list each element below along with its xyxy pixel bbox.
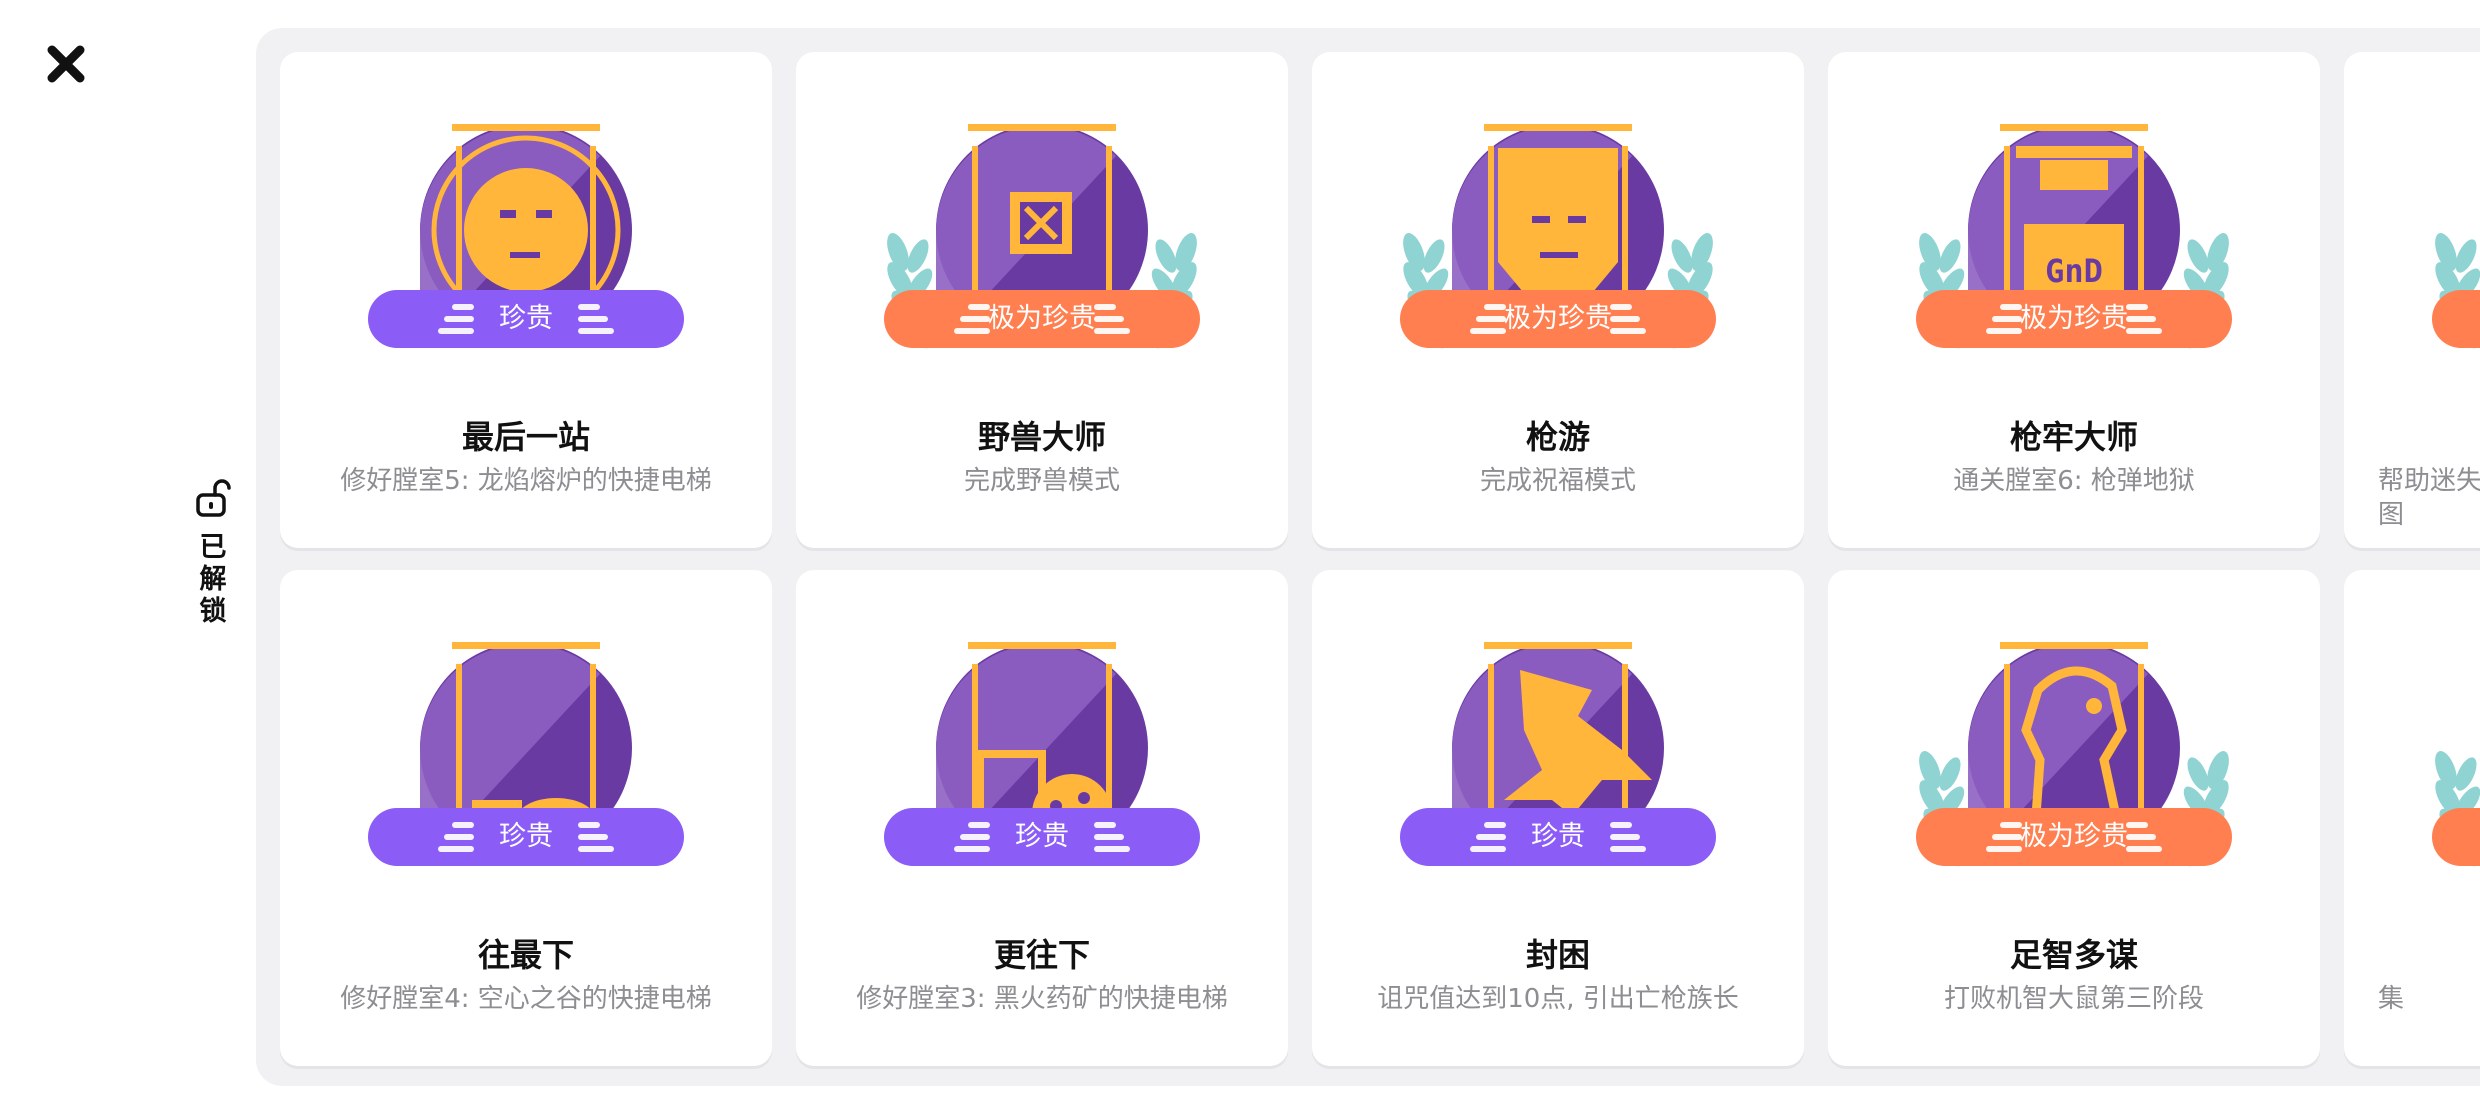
close-icon	[47, 45, 85, 83]
achievement-description: 通关膛室6: 枪弹地狱	[1953, 466, 2195, 496]
achievement-card[interactable]: 极为珍贵野兽大师完成野兽模式	[796, 52, 1288, 548]
achievement-card[interactable]: 珍贵往最下修好膛室4: 空心之谷的快捷电梯	[280, 570, 772, 1066]
close-button[interactable]	[40, 38, 92, 90]
achievement-description: 打败机智大鼠第三阶段	[1943, 984, 2204, 1014]
rarity-label: 极为珍贵	[988, 303, 1096, 334]
achievement-title: 枪游	[1525, 418, 1590, 456]
achievement-description: 帮助迷失 图	[2378, 466, 2480, 530]
achievement-title: 野兽大师	[977, 418, 1106, 456]
achievement-panel: 珍贵 最后一站 修好膛室5: 龙焰熔炉的快捷电梯 极为珍贵 野兽大师 完成野兽模式	[256, 28, 2480, 1086]
rarity-label: 极为珍贵	[2020, 303, 2128, 334]
achievement-card[interactable]: 极为珍贵枪游完成祝福模式	[1312, 52, 1804, 548]
rarity-label: 极为珍贵	[2020, 821, 2128, 852]
achievement-badge	[2432, 750, 2480, 867]
achievement-title: 封困	[1525, 936, 1590, 974]
achievement-title: 往最下	[477, 936, 574, 974]
rarity-label: 极为珍贵	[1504, 303, 1612, 334]
achievement-description: 集	[2378, 984, 2405, 1014]
achievement-title: 枪牢大师	[2009, 418, 2138, 456]
achievement-badge	[2432, 232, 2480, 349]
crossed-box-icon	[1010, 192, 1072, 254]
achievement-card[interactable]: 帮助迷失 图	[2344, 52, 2480, 548]
rarity-label: 珍贵	[1531, 821, 1585, 852]
achievement-description: 修好膛室3: 黑火药矿的快捷电梯	[856, 984, 1228, 1014]
achievement-card[interactable]: 极为珍贵足智多谋打败机智大鼠第三阶段	[1828, 570, 2320, 1066]
tab-unlocked[interactable]: 已解锁	[178, 478, 248, 648]
achievement-card[interactable]: 珍贵更往下修好膛室3: 黑火药矿的快捷电梯	[796, 570, 1288, 1066]
achievement-card[interactable]: 集	[2344, 570, 2480, 1066]
achievement-title: 更往下	[993, 936, 1090, 974]
rarity-label: 珍贵	[499, 821, 553, 852]
unlock-icon	[196, 479, 231, 517]
achievement-card[interactable]: 珍贵封困诅咒值达到10点, 引出亡枪族长	[1312, 570, 1804, 1066]
rarity-label: 珍贵	[1015, 821, 1069, 852]
achievement-description: 完成祝福模式	[1479, 466, 1636, 496]
achievement-description: 完成野兽模式	[963, 466, 1120, 496]
block-face-icon	[1498, 148, 1618, 296]
achievement-description: 修好膛室4: 空心之谷的快捷电梯	[340, 984, 712, 1014]
achievement-title: 最后一站	[461, 418, 590, 456]
svg-text:GnD: GnD	[2045, 252, 2103, 290]
achievement-title: 足智多谋	[2009, 936, 2138, 974]
rarity-label: 珍贵	[499, 303, 553, 334]
achievement-card[interactable]: 珍贵最后一站修好膛室5: 龙焰熔炉的快捷电梯	[280, 52, 772, 548]
achievement-description: 诅咒值达到10点, 引出亡枪族长	[1377, 984, 1739, 1014]
tab-unlocked-label: 已解锁	[199, 532, 227, 627]
achievement-description: 修好膛室5: 龙焰熔炉的快捷电梯	[340, 466, 712, 496]
achievement-card[interactable]: GnD 极为珍贵枪牢大师通关膛室6: 枪弹地狱	[1828, 52, 2320, 548]
